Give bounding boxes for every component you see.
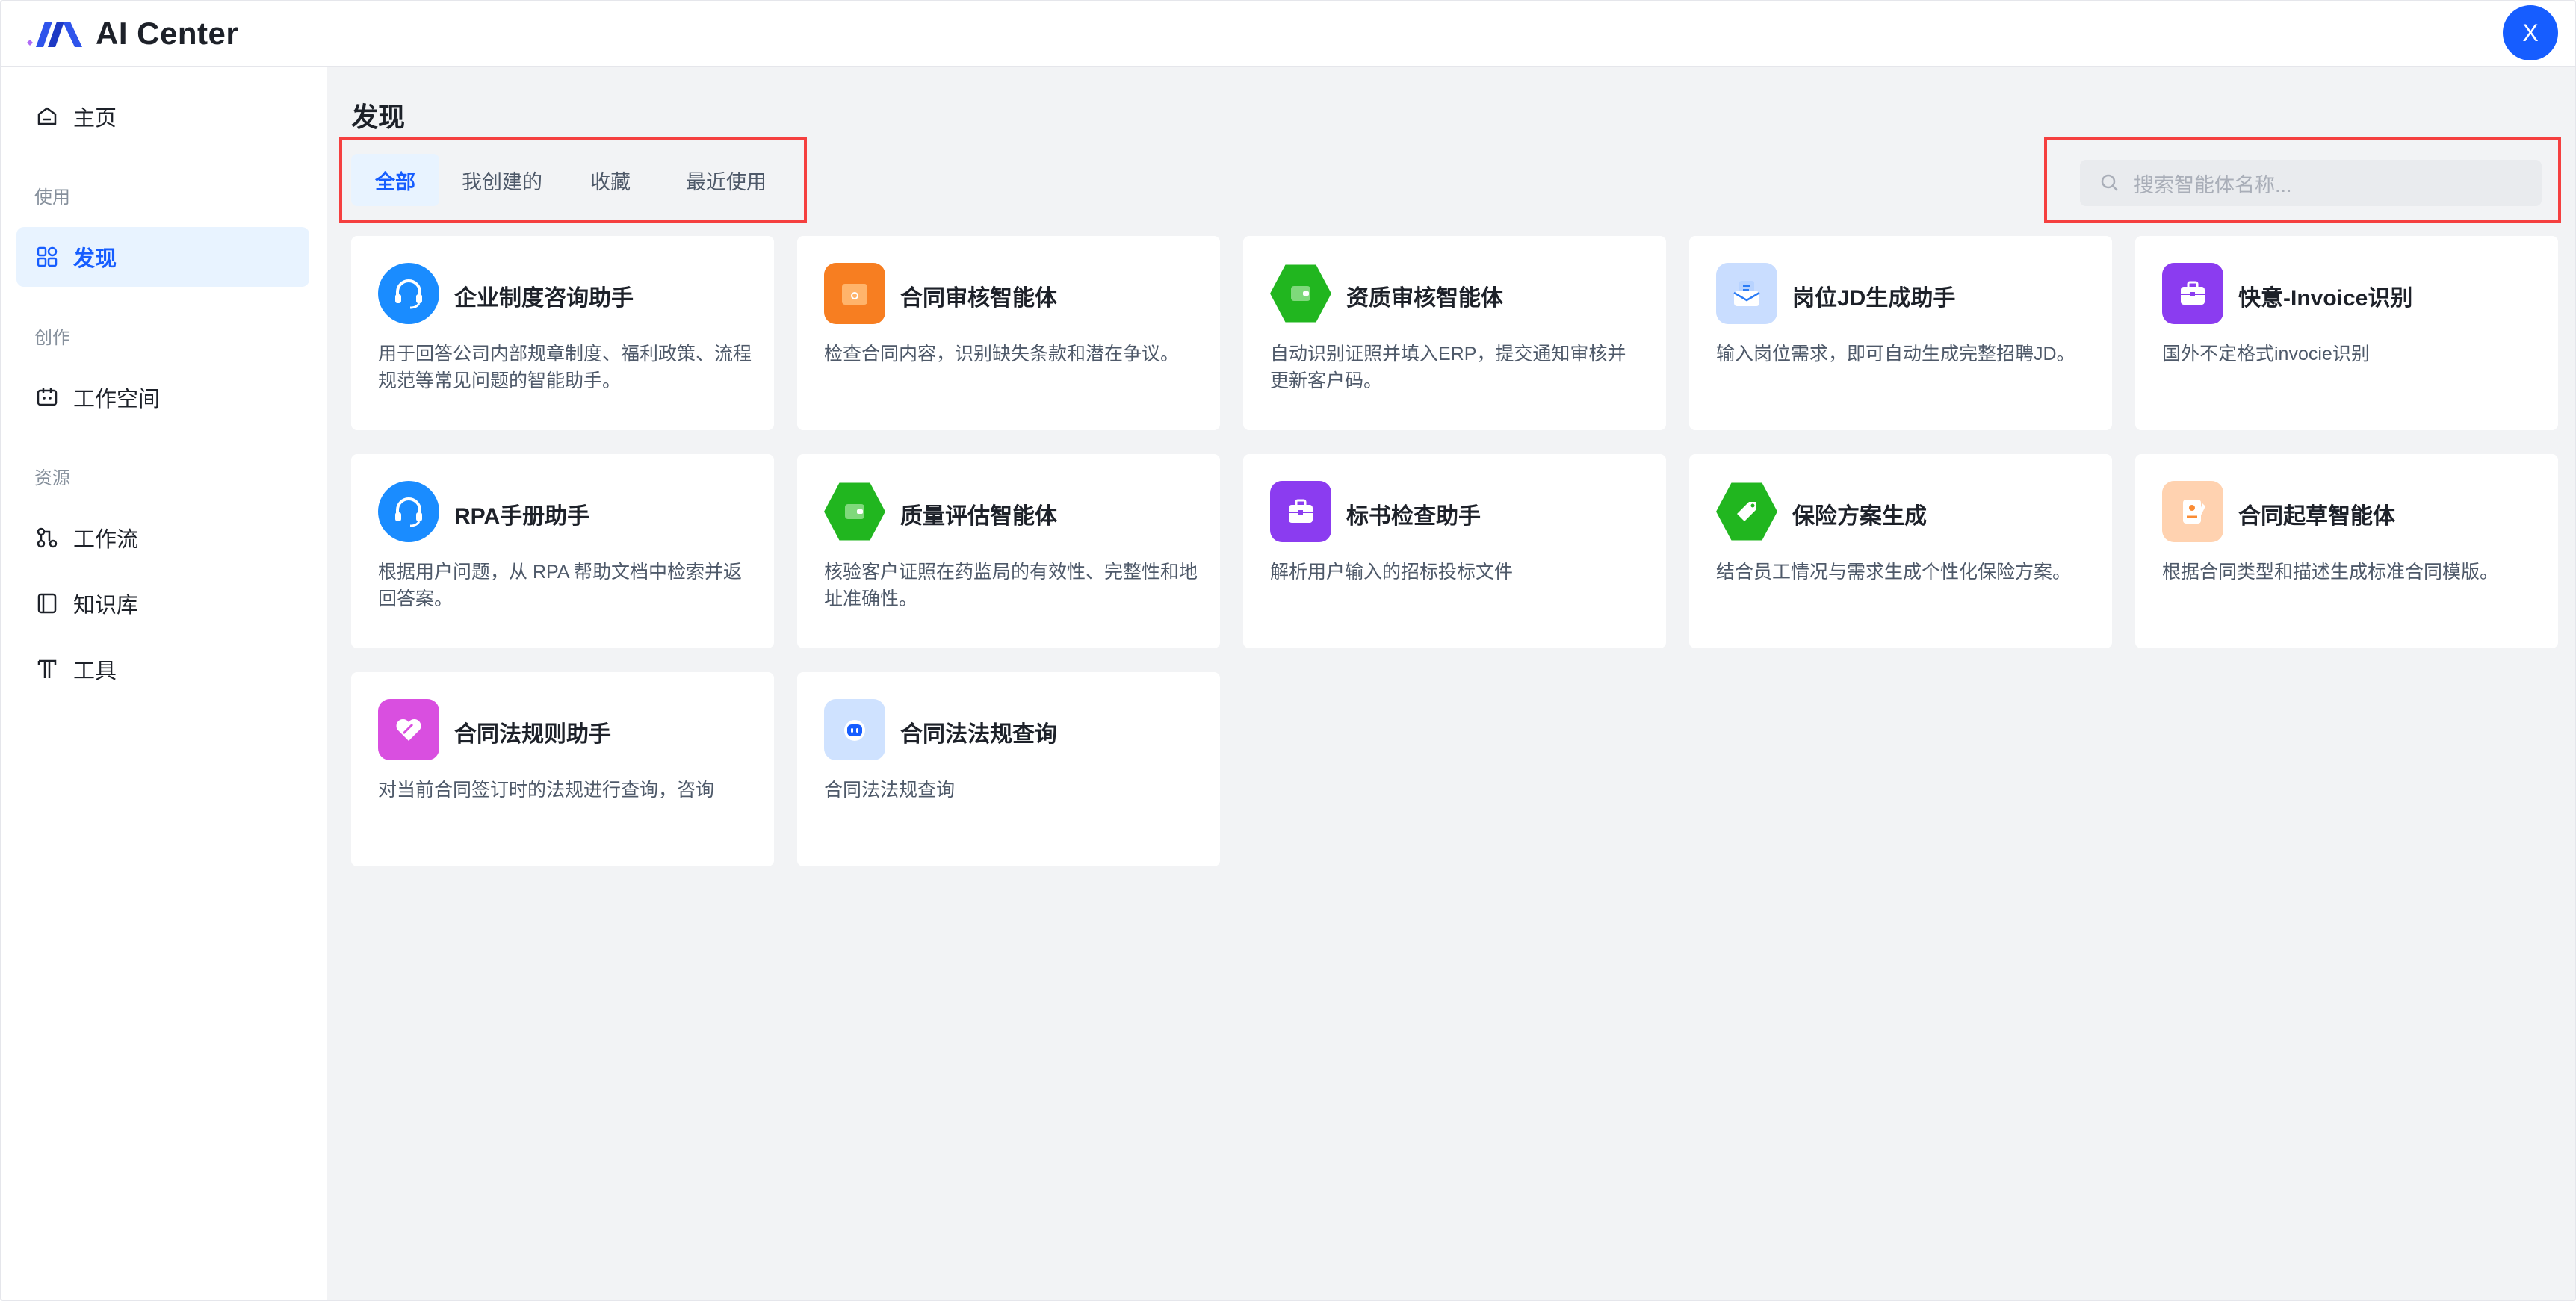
wallet-icon xyxy=(824,263,885,324)
agent-card-description: 核验客户证照在药监局的有效性、完整性和地址准确性。 xyxy=(824,562,1198,609)
agent-card-title: 质量评估智能体 xyxy=(900,504,1057,529)
agent-card-title: RPA手册助手 xyxy=(454,504,590,529)
top-header: AI Center X xyxy=(1,1,2575,67)
sidebar-item-workflow[interactable]: 工作流 xyxy=(16,508,309,568)
app-window: AI Center X 主页 使用 发现 创作 工作空间 资源 工作流 知识库 … xyxy=(0,0,2576,1301)
tab-recent[interactable]: 最近使用 xyxy=(662,154,790,206)
home-icon xyxy=(34,104,60,129)
agent-card-description: 合同法法规查询 xyxy=(824,780,956,801)
sidebar-item-label: 知识库 xyxy=(73,594,139,618)
tabs-highlight: 全部 我创建的 收藏 最近使用 xyxy=(339,137,807,223)
nav-group-create: 创作 xyxy=(34,328,70,348)
logo-icon xyxy=(27,17,85,50)
tab-favorites[interactable]: 收藏 xyxy=(566,154,654,206)
id-card-icon xyxy=(824,482,885,541)
sidebar-item-workspace[interactable]: 工作空间 xyxy=(16,367,309,427)
nav-group-resources: 资源 xyxy=(34,468,70,488)
agent-card[interactable]: 保险方案生成结合员工情况与需求生成个性化保险方案。 xyxy=(1689,454,2112,648)
agent-card[interactable]: 合同法法规查询 合同法法规查询 xyxy=(797,672,1220,866)
sidebar-item-label: 工具 xyxy=(73,659,117,683)
agent-card[interactable]: 质量评估智能体核验客户证照在药监局的有效性、完整性和地址准确性。 xyxy=(797,454,1220,648)
agent-card-description: 用于回答公司内部规章制度、福利政策、流程规范等常见问题的智能助手。 xyxy=(378,344,752,391)
headset-icon xyxy=(378,263,439,324)
agent-card[interactable]: 合同审核智能体检查合同内容，识别缺失条款和潜在争议。 xyxy=(797,236,1220,430)
workspace-icon xyxy=(34,385,60,410)
agent-card[interactable]: 合同起草智能体根据合同类型和描述生成标准合同模版。 xyxy=(2135,454,2558,648)
headset-icon xyxy=(378,481,439,542)
search-highlight: 搜索智能体名称... xyxy=(2044,137,2561,223)
agent-card-description: 对当前合同签订时的法规进行查询，咨询 xyxy=(378,780,715,801)
app-title: AI Center xyxy=(96,16,239,51)
agent-card[interactable]: 岗位JD生成助手输入岗位需求，即可自动生成完整招聘JD。 xyxy=(1689,236,2112,430)
book-icon xyxy=(34,591,60,616)
sidebar-item-label: 主页 xyxy=(73,107,117,131)
agent-card[interactable]: 标书检查助手解析用户输入的招标投标文件 xyxy=(1243,454,1666,648)
workflow-icon xyxy=(34,525,60,550)
agent-card[interactable]: 合同法规则助手对当前合同签订时的法规进行查询，咨询 xyxy=(351,672,774,866)
sidebar-item-label: 发现 xyxy=(73,247,117,271)
agent-card-title: 合同法法规查询 xyxy=(900,722,1057,747)
search-icon xyxy=(2099,173,2120,193)
tab-created-by-me[interactable]: 我创建的 xyxy=(438,154,566,206)
agent-card-description: 解析用户输入的招标投标文件 xyxy=(1270,562,1514,583)
agent-card-description: 根据用户问题，从 RPA 帮助文档中检索并返回答案。 xyxy=(378,562,743,609)
tab-all[interactable]: 全部 xyxy=(351,154,439,206)
agent-card-title: 合同起草智能体 xyxy=(2238,504,2395,529)
tag-icon xyxy=(1716,482,1777,541)
agent-card-description: 根据合同类型和描述生成标准合同模版。 xyxy=(2162,562,2499,583)
agent-card-description: 检查合同内容，识别缺失条款和潜在争议。 xyxy=(824,344,1180,364)
agent-card[interactable]: 快意-Invoice识别国外不定格式invocie识别 xyxy=(2135,236,2558,430)
agent-card-title: 标书检查助手 xyxy=(1346,504,1481,529)
nav-group-use: 使用 xyxy=(34,187,70,208)
agent-card-title: 资质审核智能体 xyxy=(1346,286,1503,311)
agent-card-description: 结合员工情况与需求生成个性化保险方案。 xyxy=(1716,562,2072,583)
agent-card-title: 合同审核智能体 xyxy=(900,286,1057,311)
agent-card-title: 保险方案生成 xyxy=(1792,504,1927,529)
sidebar-item-knowledge[interactable]: 知识库 xyxy=(16,574,309,633)
toolbox-icon xyxy=(2162,263,2223,324)
sidebar-item-label: 工作空间 xyxy=(73,388,161,412)
envelope-icon xyxy=(1716,263,1777,324)
heart-icon xyxy=(378,699,439,760)
agent-card-description: 国外不定格式invocie识别 xyxy=(2162,344,2370,364)
apps-icon xyxy=(34,244,60,270)
robot-icon xyxy=(824,699,885,760)
agent-card-title: 快意-Invoice识别 xyxy=(2238,286,2413,311)
agent-card[interactable]: RPA手册助手根据用户问题，从 RPA 帮助文档中检索并返回答案。 xyxy=(351,454,774,648)
sidebar-item-label: 工作流 xyxy=(73,528,139,552)
search-placeholder: 搜索智能体名称... xyxy=(2134,173,2292,196)
text-tool-icon xyxy=(34,656,60,682)
agent-card-description: 自动识别证照并填入ERP，提交通知审核并更新客户码。 xyxy=(1270,344,1626,391)
sidebar-item-home[interactable]: 主页 xyxy=(16,87,309,146)
page-title: 发现 xyxy=(351,102,406,132)
main-content: 发现 全部 我创建的 收藏 最近使用 搜索智能体名称... 企业制度咨询助手用于… xyxy=(327,67,2575,1300)
search-input[interactable]: 搜索智能体名称... xyxy=(2080,160,2542,206)
agent-card[interactable]: 资质审核智能体自动识别证照并填入ERP，提交通知审核并更新客户码。 xyxy=(1243,236,1666,430)
sidebar-item-discover[interactable]: 发现 xyxy=(16,227,309,287)
agent-card[interactable]: 企业制度咨询助手用于回答公司内部规章制度、福利政策、流程规范等常见问题的智能助手… xyxy=(351,236,774,430)
agent-card-title: 合同法规则助手 xyxy=(454,722,611,747)
agent-card-description: 输入岗位需求，即可自动生成完整招聘JD。 xyxy=(1716,344,2075,364)
user-avatar[interactable]: X xyxy=(2503,5,2558,60)
id-card-icon xyxy=(1270,264,1331,323)
agent-card-title: 岗位JD生成助手 xyxy=(1792,286,1956,311)
toolbox-icon xyxy=(1270,481,1331,542)
sidebar: 主页 使用 发现 创作 工作空间 资源 工作流 知识库 工具 xyxy=(1,67,327,1300)
sidebar-item-tools[interactable]: 工具 xyxy=(16,639,309,699)
contract-icon xyxy=(2162,481,2223,542)
agent-card-title: 企业制度咨询助手 xyxy=(454,286,634,311)
